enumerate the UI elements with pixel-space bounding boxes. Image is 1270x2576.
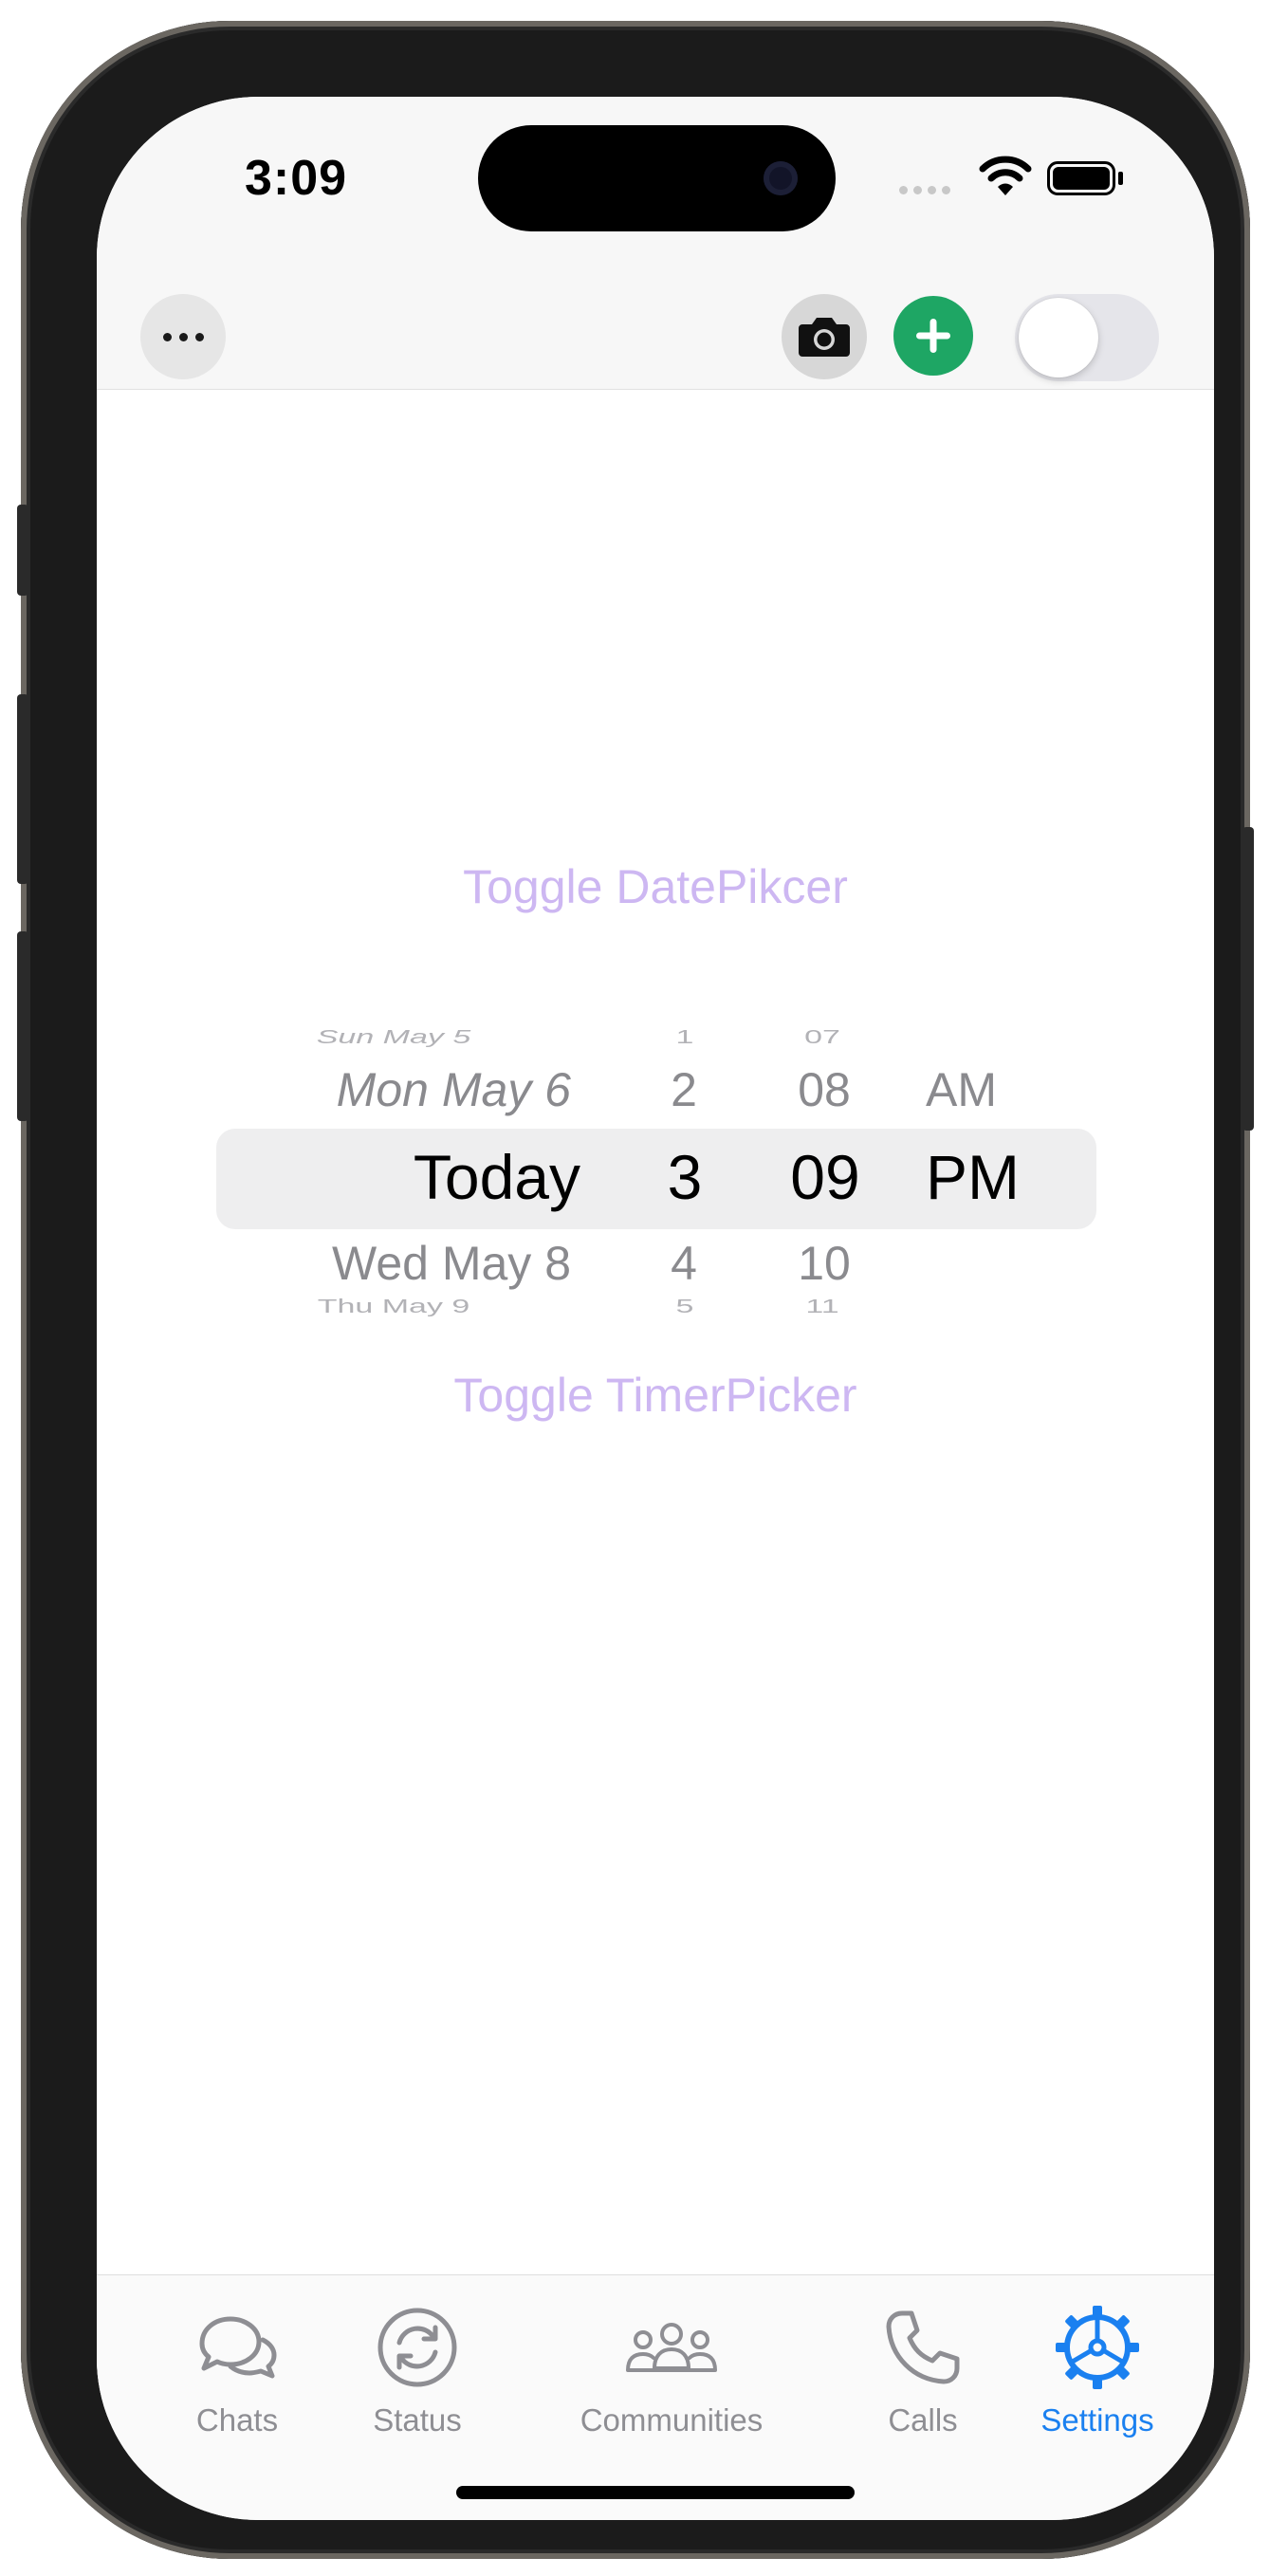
picker-date-far-below[interactable]: Thu May 9 (304, 1296, 484, 1317)
phone-frame: 3:09 Toggle DatePikcer Sun May 5 1 07 Mo… (17, 21, 1254, 2559)
screen: 3:09 Toggle DatePikcer Sun May 5 1 07 Mo… (97, 97, 1214, 2520)
tab-settings[interactable]: Settings (1003, 2300, 1192, 2438)
add-button[interactable] (893, 296, 973, 376)
volume-up-button (17, 694, 28, 884)
tab-label-status: Status (373, 2402, 462, 2438)
picker-ampm-above[interactable]: AM (926, 1062, 1021, 1117)
tab-label-chats: Chats (195, 2402, 279, 2438)
toggle-knob (1019, 298, 1098, 377)
picker-hour-far-below[interactable]: 5 (666, 1296, 704, 1317)
picker-hour-above[interactable]: 2 (660, 1062, 708, 1117)
picker-ampm-selected[interactable]: PM (926, 1141, 1040, 1213)
tab-bar: Chats Status Communities Calls Settings (97, 2274, 1214, 2520)
action-button (17, 505, 28, 596)
picker-minute-far-above[interactable]: 07 (789, 1026, 856, 1048)
wifi-icon (979, 156, 1032, 195)
tab-label-settings: Settings (1040, 2402, 1154, 2438)
picker-minute-above[interactable]: 08 (782, 1062, 867, 1117)
phone-icon (886, 2310, 960, 2384)
volume-down-button (17, 931, 28, 1121)
ellipsis-icon (162, 332, 172, 341)
picker-date-above[interactable]: Mon May 6 (286, 1062, 571, 1117)
tab-label-communities: Communities (580, 2402, 764, 2438)
plus-circle-icon (916, 319, 950, 353)
home-indicator[interactable] (456, 2486, 855, 2499)
dynamic-island (478, 125, 836, 231)
battery-tip (1118, 172, 1123, 185)
cellular-signal-icon (899, 186, 950, 194)
toggle-date-picker-link[interactable]: Toggle DatePikcer (97, 859, 1214, 914)
power-button (1242, 827, 1254, 1131)
status-time: 3:09 (245, 151, 348, 206)
front-camera-icon (764, 161, 798, 195)
picker-date-below[interactable]: Wed May 8 (286, 1236, 571, 1291)
camera-icon (799, 318, 850, 357)
picker-minute-selected[interactable]: 09 (776, 1141, 874, 1213)
status-bar: 3:09 (97, 97, 1214, 277)
camera-button[interactable] (782, 294, 867, 379)
toggle-timer-picker-link[interactable]: Toggle TimerPicker (97, 1368, 1214, 1423)
tab-label-calls: Calls (888, 2402, 958, 2438)
picker-hour-below[interactable]: 4 (660, 1236, 708, 1291)
chat-bubbles-icon (199, 2316, 277, 2379)
picker-date-selected[interactable]: Today (334, 1141, 580, 1213)
tab-chats[interactable]: Chats (142, 2300, 332, 2438)
picker-date-far-above[interactable]: Sun May 5 (304, 1026, 484, 1048)
gear-icon (1056, 2306, 1139, 2389)
tab-communities[interactable]: Communities (548, 2300, 795, 2438)
tab-status[interactable]: Status (322, 2300, 512, 2438)
more-options-button[interactable] (140, 294, 226, 379)
status-refresh-icon (377, 2308, 457, 2387)
picker-minute-below[interactable]: 10 (782, 1236, 867, 1291)
battery-icon (1047, 161, 1115, 195)
tab-calls[interactable]: Calls (828, 2300, 1018, 2438)
top-toolbar (97, 277, 1214, 390)
toggle-switch[interactable] (1015, 294, 1159, 381)
people-group-icon (626, 2323, 717, 2372)
picker-minute-far-below[interactable]: 11 (789, 1296, 856, 1317)
picker-hour-selected[interactable]: 3 (656, 1141, 713, 1213)
picker-hour-far-above[interactable]: 1 (666, 1026, 704, 1048)
